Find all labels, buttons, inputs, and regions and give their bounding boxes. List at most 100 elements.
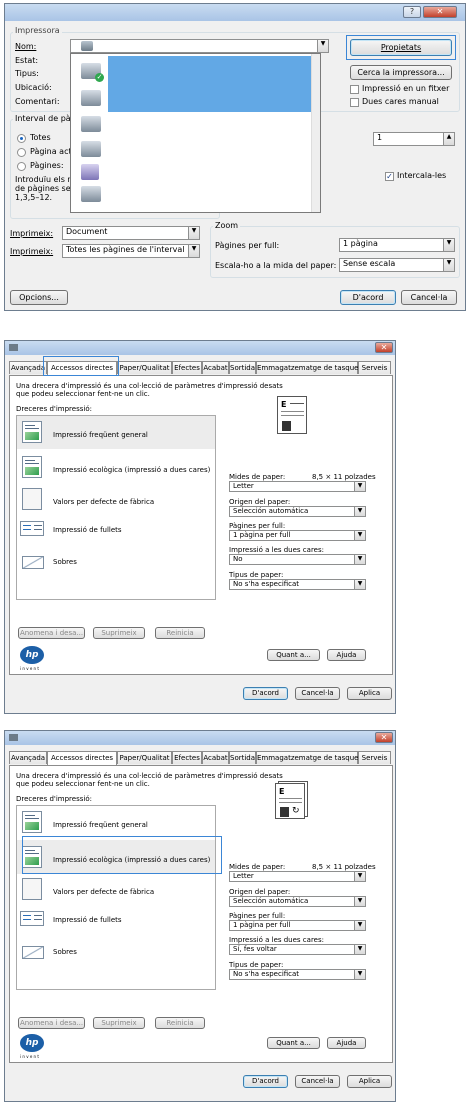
name-label: Nom: [15, 42, 37, 51]
chevron-down-icon: ▼ [443, 259, 454, 271]
cancel-button[interactable]: Cancel·la [295, 1075, 340, 1088]
shortcut-label: Impressió de fullets [53, 916, 122, 924]
document-icon [22, 421, 42, 443]
close-button[interactable]: ✕ [375, 732, 393, 743]
tab-finishing[interactable]: Acabat [202, 751, 229, 764]
chevron-down-icon: ▼ [354, 872, 365, 881]
tab-effects[interactable]: Efectes [172, 751, 202, 764]
zoom-label: Zoom [213, 221, 241, 230]
tab-paper-quality[interactable]: Paper/Qualitat [117, 361, 172, 374]
reset-button[interactable]: Reinicia [155, 627, 205, 639]
paper-source-select[interactable]: Selección automática ▼ [229, 896, 366, 907]
help-button[interactable]: Ajuda [327, 1037, 366, 1049]
options-button[interactable]: Opcions... [10, 290, 68, 305]
tab-shortcuts[interactable]: Accessos directes [47, 751, 117, 765]
print-label: Imprimeix: [10, 247, 54, 256]
hp-logo: hp [20, 1034, 44, 1052]
tab-finishing[interactable]: Acabat [202, 361, 229, 374]
tab-advanced[interactable]: Avançada [9, 361, 47, 374]
manual-duplex-checkbox[interactable] [350, 98, 359, 107]
apply-button[interactable]: Aplica [347, 687, 392, 700]
printer-icon[interactable] [81, 90, 101, 106]
description-text: que podeu seleccionar fent-ne un clic. [16, 390, 150, 398]
chevron-down-icon: ▼ [317, 40, 328, 52]
page-preview: E [277, 396, 307, 434]
tab-job-storage[interactable]: Emmagatzematge de tasques [256, 361, 362, 374]
printer-name-select[interactable]: ▼ [70, 39, 329, 53]
find-printer-button[interactable]: Cerca la impressora... [350, 65, 452, 80]
pages-radio[interactable] [17, 162, 26, 171]
dropdown-scrollbar[interactable] [311, 54, 320, 212]
reset-button[interactable]: Reinicia [155, 1017, 205, 1029]
tab-services[interactable]: Serveis [358, 751, 391, 764]
shortcut-label: Valors per defecte de fàbrica [53, 888, 155, 896]
comment-label: Comentari: [15, 97, 60, 106]
duplex-select[interactable]: No ▼ [229, 554, 366, 565]
about-button[interactable]: Quant a... [267, 649, 320, 661]
ok-button[interactable]: D'acord [340, 290, 396, 305]
help-button[interactable]: ? [403, 6, 421, 18]
tab-output[interactable]: Sortida [229, 361, 256, 374]
copies-spinner[interactable]: 1 ▲ [373, 132, 455, 146]
duplex-label: Impressió a les dues cares: [229, 546, 324, 554]
about-button[interactable]: Quant a... [267, 1037, 320, 1049]
tab-services[interactable]: Serveis [358, 361, 391, 374]
tab-advanced[interactable]: Avançada [9, 751, 47, 764]
description-text: Una drecera d'impressió és una col·lecci… [16, 382, 283, 390]
current-page-radio[interactable] [17, 148, 26, 157]
cancel-button[interactable]: Cancel·la [295, 687, 340, 700]
pages-per-sheet-label: Pàgines per full: [229, 912, 286, 920]
paper-type-select[interactable]: No s'ha especificat ▼ [229, 969, 366, 980]
paper-size-select[interactable]: Letter ▼ [229, 871, 366, 882]
pages-per-sheet-select[interactable]: 1 pàgina ▼ [339, 238, 455, 252]
fax-icon[interactable] [81, 164, 99, 180]
apply-button[interactable]: Aplica [347, 1075, 392, 1088]
collate-checkbox[interactable]: ✓ [385, 172, 394, 181]
pages-per-sheet-select[interactable]: 1 pàgina per full ▼ [229, 530, 366, 541]
tab-output[interactable]: Sortida [229, 751, 256, 764]
print-select[interactable]: Totes les pàgines de l'interval ▼ [62, 244, 200, 258]
booklet-icon [20, 911, 44, 926]
paper-size-select[interactable]: Letter ▼ [229, 481, 366, 492]
help-button[interactable]: Ajuda [327, 649, 366, 661]
paper-source-select[interactable]: Selección automática ▼ [229, 506, 366, 517]
paper-source-label: Origen del paper: [229, 498, 291, 506]
envelope-icon [22, 556, 44, 569]
printer-icon[interactable] [81, 186, 101, 202]
save-as-button[interactable]: Anomena i desa... [18, 627, 85, 639]
close-button[interactable]: ✕ [423, 6, 457, 18]
tab-job-storage[interactable]: Emmagatzematge de tasques [256, 751, 362, 764]
printer-icon[interactable] [81, 141, 101, 157]
tab-effects[interactable]: Efectes [172, 361, 202, 374]
paper-type-select[interactable]: No s'ha especificat ▼ [229, 579, 366, 590]
printer-icon[interactable] [81, 116, 101, 132]
ok-button[interactable]: D'acord [243, 1075, 288, 1088]
close-button[interactable]: ✕ [375, 342, 393, 353]
shortcuts-list[interactable]: Impressió freqüent general Impressió eco… [16, 415, 216, 600]
cancel-button[interactable]: Cancel·la [401, 290, 457, 305]
print-to-file-checkbox[interactable] [350, 85, 359, 94]
chevron-down-icon: ▼ [354, 897, 365, 906]
shortcut-label: Impressió de fullets [53, 526, 122, 534]
description-text: que podeu seleccionar fent-ne un clic. [16, 780, 150, 788]
hp-logo: hp [20, 646, 44, 664]
printer-icon[interactable]: ✓ [81, 63, 104, 82]
delete-button[interactable]: Suprimeix [93, 1017, 145, 1029]
print-what-select[interactable]: Document ▼ [62, 226, 200, 240]
selected-printer-row[interactable] [108, 56, 318, 112]
all-pages-label: Totes [30, 133, 51, 142]
tab-paper-quality[interactable]: Paper/Qualitat [117, 751, 172, 764]
spinner-arrows-icon[interactable]: ▲ [443, 133, 454, 145]
all-pages-radio[interactable] [17, 134, 26, 143]
eco-shortcut-highlight [22, 836, 222, 874]
save-as-button[interactable]: Anomena i desa... [18, 1017, 85, 1029]
pages-per-sheet-select[interactable]: 1 pàgina per full ▼ [229, 920, 366, 931]
duplex-select[interactable]: Sí, fes voltar ▼ [229, 944, 366, 955]
printer-dropdown-list[interactable]: ✓ [70, 53, 321, 213]
scale-select[interactable]: Sense escala ▼ [339, 258, 455, 272]
properties-titlebar [5, 341, 395, 355]
shortcuts-list[interactable]: Impressió freqüent general Impressió eco… [16, 805, 216, 990]
pages-hint: Introduïu els n [15, 175, 73, 184]
delete-button[interactable]: Suprimeix [93, 627, 145, 639]
ok-button[interactable]: D'acord [243, 687, 288, 700]
